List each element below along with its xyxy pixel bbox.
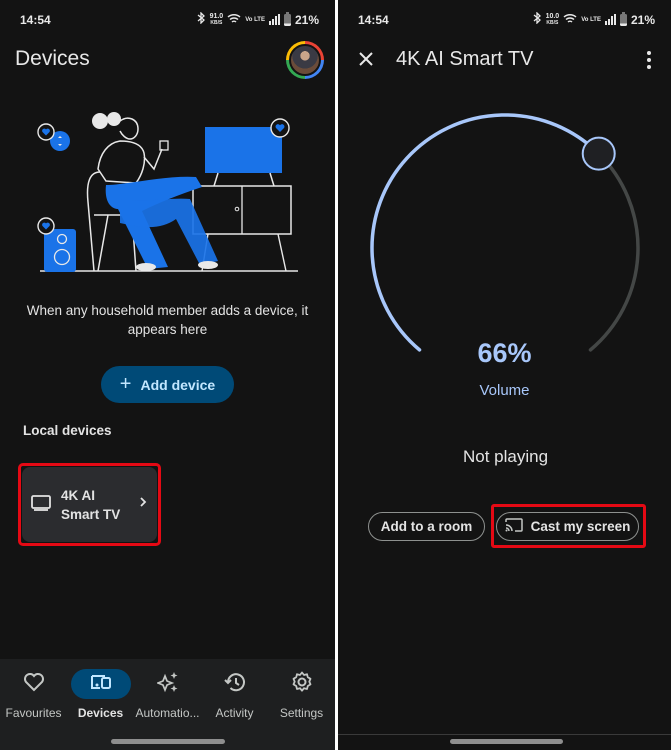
cast-my-screen-button[interactable]: Cast my screen xyxy=(496,512,639,541)
nav-devices[interactable]: Devices xyxy=(67,669,134,720)
signal-icon xyxy=(268,14,280,25)
cast-icon xyxy=(504,518,523,535)
volume-thumb xyxy=(581,136,616,171)
cast-my-screen-label: Cast my screen xyxy=(530,519,631,534)
local-devices-heading: Local devices xyxy=(23,423,112,438)
devices-icon xyxy=(90,673,112,696)
status-bar: 14:54 91.0 KB/S Vo LTE 21% xyxy=(0,11,335,28)
tv-illustration xyxy=(205,127,282,173)
nav-settings[interactable]: Settings xyxy=(268,669,335,720)
volte-indicator: Vo LTE xyxy=(245,16,265,23)
network-speed: 91.0 KB/S xyxy=(209,12,224,26)
add-device-label: Add device xyxy=(140,376,216,393)
close-icon[interactable] xyxy=(356,49,376,69)
volte-indicator: Vo LTE xyxy=(581,16,601,23)
bluetooth-icon xyxy=(197,11,206,27)
battery-icon xyxy=(283,11,291,26)
device-card-4k-ai-smart-tv[interactable]: 4K AI Smart TV xyxy=(22,467,157,542)
battery-icon xyxy=(619,11,627,26)
home-indicator[interactable] xyxy=(450,739,563,744)
home-indicator[interactable] xyxy=(111,739,225,744)
device-detail-screen: 14:54 10.0 KB/S Vo LTE 21% 4K AI Smart T… xyxy=(338,0,671,750)
plus-icon: + xyxy=(119,372,132,395)
playback-status: Not playing xyxy=(462,447,549,466)
empty-state-message: When any household member adds a device,… xyxy=(26,303,309,337)
tv-icon xyxy=(31,495,51,517)
network-speed: 10.0 KB/S xyxy=(545,12,560,26)
wifi-icon xyxy=(227,13,241,27)
nav-automations[interactable]: Automatio... xyxy=(134,669,201,720)
avatar-photo xyxy=(289,44,321,76)
devices-screen: 14:54 91.0 KB/S Vo LTE 21% Devices When … xyxy=(0,0,335,750)
sparkle-icon xyxy=(155,671,179,698)
add-device-button[interactable]: + Add device xyxy=(101,366,234,403)
chevron-right-icon xyxy=(139,495,147,513)
signal-icon xyxy=(604,14,616,25)
history-icon xyxy=(223,672,246,697)
empty-state-illustration xyxy=(37,112,298,272)
page-title: Devices xyxy=(15,47,90,70)
battery-percent: 21% xyxy=(630,12,655,27)
device-title: 4K AI Smart TV xyxy=(396,48,534,70)
nav-activity[interactable]: Activity xyxy=(201,669,268,720)
volume-fill xyxy=(370,113,601,352)
gear-icon xyxy=(291,671,313,698)
volume-label: Volume xyxy=(479,382,530,399)
bottom-navigation: Favourites Devices Automatio... Activity… xyxy=(0,659,335,750)
avatar[interactable] xyxy=(286,41,324,79)
more-options-icon[interactable] xyxy=(644,49,654,71)
device-name: 4K AI Smart TV xyxy=(61,488,121,522)
nav-favourites[interactable]: Favourites xyxy=(0,669,67,720)
status-time: 14:54 xyxy=(358,13,389,27)
battery-percent: 21% xyxy=(294,12,319,27)
bluetooth-icon xyxy=(533,11,542,27)
status-time: 14:54 xyxy=(20,13,51,27)
volume-percentage: 66% xyxy=(477,338,532,368)
volume-track xyxy=(588,151,640,352)
add-to-room-button[interactable]: Add to a room xyxy=(368,512,485,541)
heart-icon xyxy=(23,672,45,697)
wifi-icon xyxy=(563,13,577,27)
status-bar: 14:54 10.0 KB/S Vo LTE 21% xyxy=(338,11,671,28)
